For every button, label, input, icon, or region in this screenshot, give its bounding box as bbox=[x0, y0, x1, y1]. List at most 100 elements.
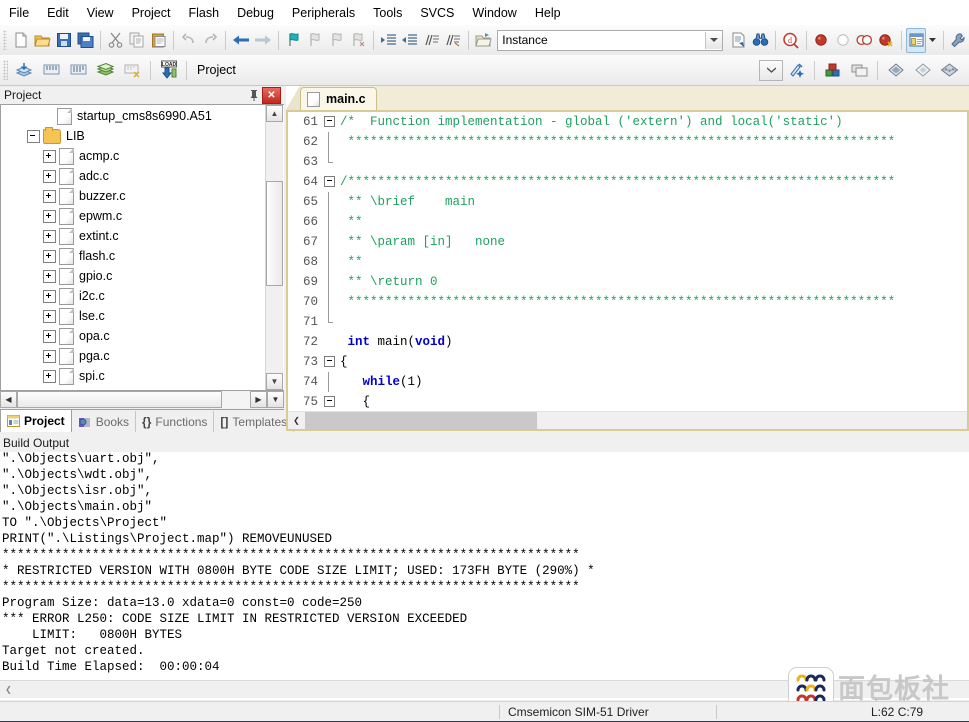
clear-bookmarks-button[interactable] bbox=[348, 28, 368, 53]
code-line[interactable]: 66 ** bbox=[288, 212, 967, 232]
code-line[interactable]: 65 ** \brief main bbox=[288, 192, 967, 212]
fold-column[interactable] bbox=[322, 292, 338, 312]
fold-column[interactable] bbox=[322, 112, 338, 132]
expand-plus-icon[interactable] bbox=[43, 169, 56, 183]
fold-column[interactable] bbox=[322, 372, 338, 392]
translate-file-button[interactable] bbox=[12, 58, 37, 83]
manage-project-items-button[interactable] bbox=[820, 58, 845, 83]
code-line[interactable]: 71 bbox=[288, 312, 967, 332]
toolbar-grip-2[interactable] bbox=[3, 60, 8, 80]
tab-project[interactable]: Project bbox=[0, 410, 72, 432]
copy-button[interactable] bbox=[127, 28, 147, 53]
disable-breakpoint-button[interactable] bbox=[833, 28, 853, 53]
vscroll-thumb[interactable] bbox=[266, 181, 283, 286]
code-line[interactable]: 73 { bbox=[288, 352, 967, 372]
manage-multi-project-button[interactable] bbox=[847, 58, 872, 83]
tree-item[interactable]: lse.c bbox=[1, 306, 266, 326]
expand-plus-icon[interactable] bbox=[43, 249, 56, 263]
fold-column[interactable] bbox=[322, 132, 338, 152]
tree-item[interactable]: i2c.c bbox=[1, 286, 266, 306]
scroll-up-button[interactable]: ▲ bbox=[266, 105, 283, 122]
menu-item-svcs[interactable]: SVCS bbox=[411, 3, 463, 23]
hscroll-thumb[interactable] bbox=[17, 391, 222, 408]
menu-item-project[interactable]: Project bbox=[123, 3, 180, 23]
menu-item-tools[interactable]: Tools bbox=[364, 3, 411, 23]
fold-column[interactable] bbox=[322, 152, 338, 172]
open-file-button[interactable] bbox=[32, 28, 52, 53]
tree-item[interactable]: spi.c bbox=[1, 366, 266, 386]
expand-plus-icon[interactable] bbox=[43, 329, 56, 343]
hscroll-track[interactable] bbox=[17, 391, 250, 408]
fold-column[interactable] bbox=[322, 232, 338, 252]
save-button[interactable] bbox=[54, 28, 74, 53]
scroll-dropdown-button[interactable]: ▼ bbox=[267, 391, 284, 408]
tab-functions[interactable]: {} Functions bbox=[136, 411, 215, 432]
debug-session-button[interactable]: d bbox=[781, 28, 801, 53]
stop-build-button[interactable] bbox=[120, 58, 145, 83]
close-icon[interactable]: ✕ bbox=[262, 86, 281, 104]
fold-column[interactable] bbox=[322, 312, 338, 332]
tab-templates[interactable]: [] Templates bbox=[214, 411, 295, 432]
code-line[interactable]: 67 ** \param [in] none bbox=[288, 232, 967, 252]
configuration-button[interactable] bbox=[949, 28, 969, 53]
expand-plus-icon[interactable] bbox=[43, 369, 56, 383]
add-group-button[interactable] bbox=[883, 58, 908, 83]
collapse-minus-icon[interactable] bbox=[27, 129, 40, 143]
tab-books[interactable]: Books bbox=[72, 411, 137, 432]
tree-item[interactable]: buzzer.c bbox=[1, 186, 266, 206]
expand-plus-icon[interactable] bbox=[43, 149, 56, 163]
toolbar-grip[interactable] bbox=[3, 30, 7, 50]
fold-column[interactable] bbox=[322, 332, 338, 352]
target-combo[interactable]: Project bbox=[191, 63, 347, 77]
code-line[interactable]: 75 { bbox=[288, 392, 967, 412]
fold-collapse-icon[interactable] bbox=[324, 356, 335, 367]
indent-left-button[interactable] bbox=[400, 28, 420, 53]
save-all-button[interactable] bbox=[75, 28, 95, 53]
batch-build-button[interactable] bbox=[93, 58, 118, 83]
project-tree[interactable]: startup_cms8s6990.A51 LIB acmp.c adc.c buzze… bbox=[1, 105, 266, 390]
expand-plus-icon[interactable] bbox=[43, 309, 56, 323]
kill-all-breakpoints-button[interactable] bbox=[876, 28, 896, 53]
fold-collapse-icon[interactable] bbox=[324, 116, 335, 127]
paste-button[interactable] bbox=[149, 28, 169, 53]
project-tree-vscrollbar[interactable]: ▲ ▼ bbox=[265, 105, 283, 390]
scroll-down-button[interactable]: ▼ bbox=[266, 373, 283, 390]
code-line[interactable]: 63 bbox=[288, 152, 967, 172]
manage-windows-dropdown[interactable] bbox=[927, 28, 939, 53]
code-line[interactable]: 70 *************************************… bbox=[288, 292, 967, 312]
menu-item-debug[interactable]: Debug bbox=[228, 3, 283, 23]
fold-column[interactable] bbox=[322, 192, 338, 212]
menu-item-flash[interactable]: Flash bbox=[179, 3, 228, 23]
build-output-text[interactable]: ".\Objects\uart.obj", ".\Objects\wdt.obj"… bbox=[0, 452, 969, 680]
code-hscrollbar[interactable]: ❮ bbox=[288, 411, 967, 429]
fold-column[interactable] bbox=[322, 252, 338, 272]
tree-item[interactable]: LIB bbox=[1, 126, 266, 146]
tree-item[interactable]: extint.c bbox=[1, 226, 266, 246]
navigate-back-button[interactable] bbox=[231, 28, 251, 53]
code-editor[interactable]: 61 /* Function implementation - global ('… bbox=[288, 112, 967, 412]
next-bookmark-button[interactable] bbox=[327, 28, 347, 53]
indent-right-button[interactable] bbox=[379, 28, 399, 53]
fold-column[interactable] bbox=[322, 272, 338, 292]
tree-item[interactable]: opa.c bbox=[1, 326, 266, 346]
code-scroll-left-button[interactable]: ❮ bbox=[288, 412, 305, 429]
tree-item[interactable]: epwm.c bbox=[1, 206, 266, 226]
new-file-button[interactable] bbox=[11, 28, 31, 53]
find-in-files-button[interactable] bbox=[751, 28, 771, 53]
code-line[interactable]: 61 /* Function implementation - global ('… bbox=[288, 112, 967, 132]
code-line[interactable]: 64 /*************************************… bbox=[288, 172, 967, 192]
target-dropdown-button[interactable] bbox=[759, 59, 783, 81]
fold-column[interactable] bbox=[322, 352, 338, 372]
expand-plus-icon[interactable] bbox=[43, 189, 56, 203]
expand-plus-icon[interactable] bbox=[43, 269, 56, 283]
undo-button[interactable] bbox=[179, 28, 199, 53]
code-line[interactable]: 62 *************************************… bbox=[288, 132, 967, 152]
menu-item-view[interactable]: View bbox=[78, 3, 123, 23]
expand-plus-icon[interactable] bbox=[43, 349, 56, 363]
manage-windows-button[interactable] bbox=[906, 27, 926, 53]
code-line[interactable]: 72 int main(void) bbox=[288, 332, 967, 352]
fold-collapse-icon[interactable] bbox=[324, 176, 335, 187]
menu-item-edit[interactable]: Edit bbox=[38, 3, 78, 23]
uncomment-lines-button[interactable] bbox=[443, 28, 463, 53]
disable-all-breakpoints-button[interactable] bbox=[855, 28, 875, 53]
